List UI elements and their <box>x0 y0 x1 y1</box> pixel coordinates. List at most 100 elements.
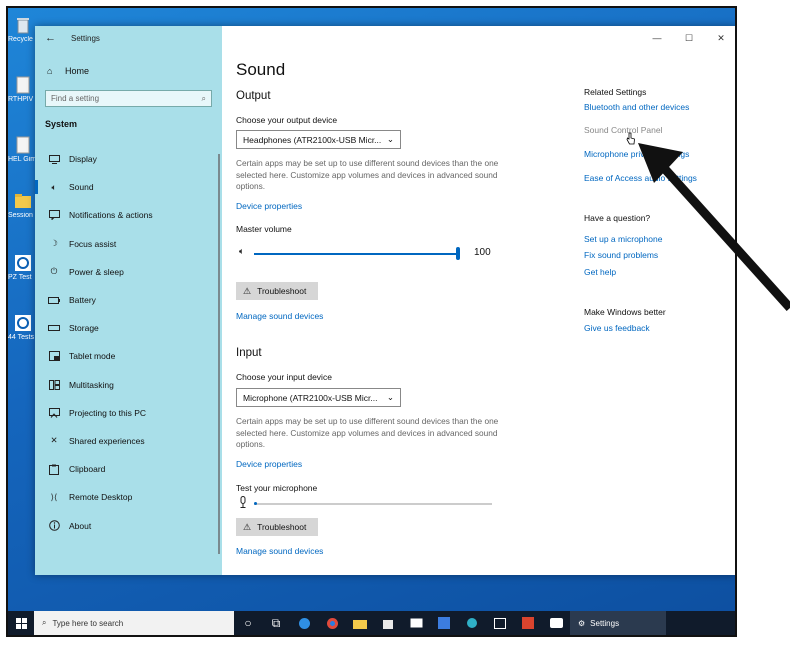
find-setting-input[interactable]: Find a setting ⌕ <box>45 90 212 107</box>
chevron-down-icon: ⌄ <box>386 392 394 402</box>
app-icon <box>467 618 477 628</box>
taskbar-app-5[interactable] <box>402 611 430 635</box>
input-device-value: Microphone (ATR2100x-USB Micr... <box>243 392 378 403</box>
sidebar-item-about[interactable]: About <box>35 511 222 539</box>
sidebar-item-label: Remote Desktop <box>69 492 133 503</box>
warning-icon: ⚠ <box>243 521 252 532</box>
back-arrow-icon[interactable]: ← <box>45 32 65 44</box>
sidebar-item-label: Storage <box>69 323 99 334</box>
taskbar-app-3[interactable] <box>346 611 374 635</box>
taskbar-app-1[interactable] <box>290 611 318 635</box>
sidebar-item-label: Shared experiences <box>69 435 145 446</box>
warning-icon: ⚠ <box>243 285 252 296</box>
sidebar-item-tablet-mode[interactable]: Tablet mode <box>35 342 222 370</box>
taskbar-app-9[interactable] <box>514 611 542 635</box>
sidebar-item-remote-desktop[interactable]: ⟩⟨ Remote Desktop <box>35 483 222 511</box>
speaker-icon: 🔈︎ <box>239 246 245 256</box>
sidebar-item-notifications[interactable]: Notifications & actions <box>35 201 222 229</box>
minimize-button[interactable]: — <box>641 26 673 50</box>
master-volume-track[interactable] <box>254 253 458 255</box>
sidebar-item-label: Display <box>69 154 97 165</box>
input-device-properties-link[interactable]: Device properties <box>236 459 302 469</box>
give-feedback-link[interactable]: Give us feedback <box>584 323 650 333</box>
sidebar-home[interactable]: ⌂ Home <box>35 58 222 84</box>
sidebar-item-label: Notifications & actions <box>69 210 153 221</box>
question-heading: Have a question? <box>584 213 651 223</box>
taskbar-app-8[interactable] <box>486 611 514 635</box>
master-volume-thumb[interactable] <box>456 247 460 260</box>
info-icon <box>45 520 63 532</box>
desktop-icon-hel-gimbal[interactable]: HEL Gimbal <box>8 134 38 164</box>
input-device-dropdown[interactable]: Microphone (ATR2100x-USB Micr... ⌄ <box>236 388 401 407</box>
sidebar-item-sound[interactable]: 🔈︎ Sound <box>35 173 222 201</box>
storage-icon <box>45 322 63 334</box>
bluetooth-devices-link[interactable]: Bluetooth and other devices <box>584 102 689 112</box>
maximize-button[interactable]: ☐ <box>673 26 705 50</box>
desktop-icon-44-tests[interactable]: 44 Tests <box>8 312 38 342</box>
close-button[interactable]: ✕ <box>705 26 735 50</box>
desktop-icon-session[interactable]: Session <box>8 190 38 220</box>
troubleshoot-label: Troubleshoot <box>257 522 307 532</box>
cortana-icon[interactable]: ○ <box>234 611 262 635</box>
taskbar-settings-app[interactable]: ⚙ Settings <box>570 611 666 635</box>
input-troubleshoot-button[interactable]: ⚠ Troubleshoot <box>236 518 318 536</box>
sidebar-item-label: Focus assist <box>69 238 117 249</box>
app-icon <box>438 617 450 629</box>
taskbar-app-2[interactable] <box>318 611 346 635</box>
taskbar-app-6[interactable] <box>430 611 458 635</box>
file-icon <box>12 134 34 156</box>
chrome-icon <box>326 617 338 629</box>
sound-control-panel-link[interactable]: Sound Control Panel <box>584 125 662 135</box>
output-manage-devices-link[interactable]: Manage sound devices <box>236 311 323 321</box>
microphone-privacy-link[interactable]: Microphone privacy settings <box>584 149 689 159</box>
hand-cursor-icon <box>626 132 635 145</box>
sidebar-scrollbar[interactable] <box>218 154 220 554</box>
taskbar-app-7[interactable] <box>458 611 486 635</box>
sidebar-item-focus-assist[interactable]: ☽ Focus assist <box>35 230 222 258</box>
output-device-properties-link[interactable]: Device properties <box>236 201 302 211</box>
output-device-label: Choose your output device <box>236 115 338 125</box>
sidebar-item-display[interactable]: Display <box>35 145 222 173</box>
output-note: Certain apps may be set up to use differ… <box>236 158 499 191</box>
taskbar-search-placeholder: Type here to search <box>52 618 124 628</box>
desktop-icon-rthplv[interactable]: RTHPlV <box>8 74 38 104</box>
settings-window: ← Settings ⌂ Home Find a setting ⌕ Syste… <box>35 26 735 575</box>
sidebar-item-battery[interactable]: Battery <box>35 286 222 314</box>
moon-icon: ☽ <box>50 238 58 249</box>
sidebar-item-shared-experiences[interactable]: ✕ Shared experiences <box>35 427 222 455</box>
output-device-dropdown[interactable]: Headphones (ATR2100x-USB Micr... ⌄ <box>236 130 401 149</box>
master-volume-value: 100 <box>474 247 491 258</box>
fix-sound-problems-link[interactable]: Fix sound problems <box>584 250 658 260</box>
get-help-link[interactable]: Get help <box>584 267 616 277</box>
power-icon: ⏻ <box>50 266 58 277</box>
mic-level-track <box>254 503 492 505</box>
sidebar-item-power-sleep[interactable]: ⏻ Power & sleep <box>35 258 222 286</box>
app-icon <box>549 618 563 628</box>
output-troubleshoot-button[interactable]: ⚠ Troubleshoot <box>236 282 318 300</box>
search-icon: ⌕ <box>42 618 47 627</box>
sidebar-item-multitasking[interactable]: Multitasking <box>35 371 222 399</box>
desktop-icon-recycle[interactable]: Recycle <box>8 14 38 44</box>
sidebar-item-clipboard[interactable]: Clipboard <box>35 455 222 483</box>
start-button[interactable] <box>8 611 34 635</box>
title-bar[interactable]: ← Settings <box>35 26 222 50</box>
sidebar-item-label: Clipboard <box>69 464 106 475</box>
clipboard-icon <box>45 463 63 475</box>
sidebar-item-storage[interactable]: Storage <box>35 314 222 342</box>
ease-of-access-audio-link[interactable]: Ease of Access audio settings <box>584 173 697 183</box>
taskbar-app-10[interactable] <box>542 611 570 635</box>
desktop-icon-pz-test[interactable]: PZ Test <box>8 252 38 282</box>
taskbar-search-input[interactable]: ⌕ Type here to search <box>34 611 234 635</box>
taskbar-app-4[interactable] <box>374 611 402 635</box>
setup-microphone-link[interactable]: Set up a microphone <box>584 234 662 244</box>
related-settings-heading: Related Settings <box>584 87 647 97</box>
search-icon: ⌕ <box>201 93 206 103</box>
master-volume-label: Master volume <box>236 224 292 234</box>
task-view-icon[interactable]: ⧉ <box>262 611 290 635</box>
input-manage-devices-link[interactable]: Manage sound devices <box>236 546 323 556</box>
sidebar: ← Settings ⌂ Home Find a setting ⌕ Syste… <box>35 26 222 575</box>
sidebar-item-projecting[interactable]: Projecting to this PC <box>35 399 222 427</box>
sidebar-item-label: Power & sleep <box>69 266 124 277</box>
sidebar-item-label: Sound <box>69 182 94 193</box>
sidebar-section-title: System <box>45 119 78 129</box>
